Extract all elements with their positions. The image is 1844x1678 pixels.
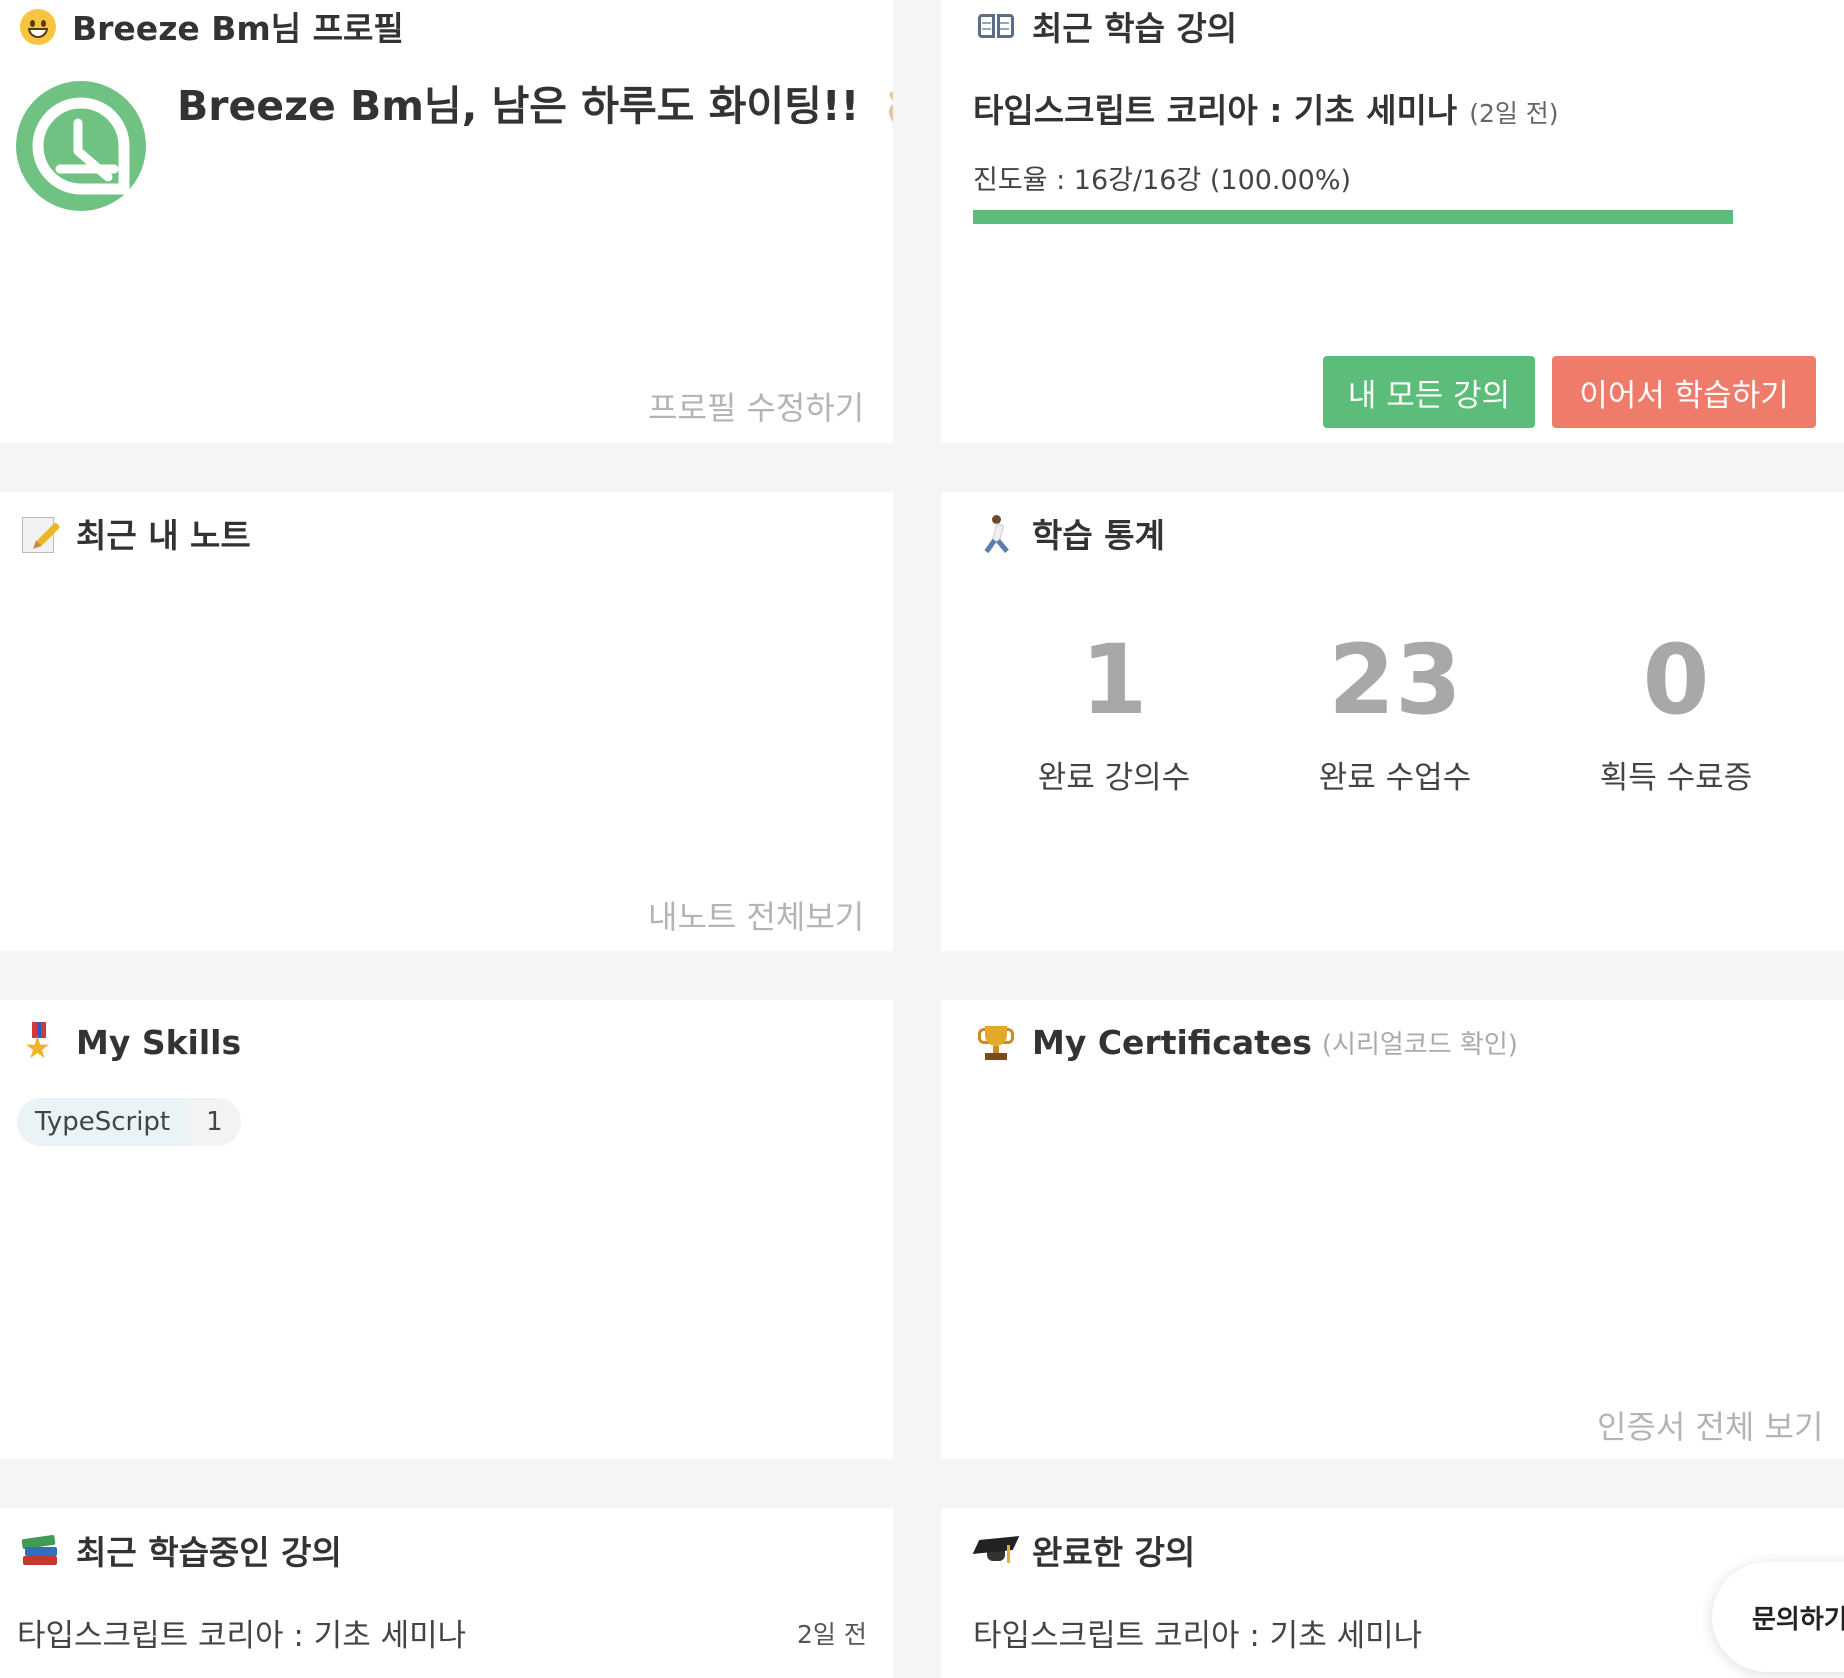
progress-text: 진도율 : 16강/16강 (100.00%) (973, 165, 1352, 196)
trophy-icon (976, 1022, 1016, 1062)
view-all-certificates-link[interactable]: 인증서 전체 보기 (1597, 1402, 1823, 1448)
skills-title: My Skills (76, 1022, 242, 1062)
learning-courses-header: 최근 학습중인 강의 (20, 1524, 342, 1576)
open-book-icon (976, 6, 1016, 46)
recent-course-name[interactable]: 타입스크립트 코리아 : 기초 세미나 (2일 전) (973, 84, 1559, 132)
stats-title: 학습 통계 (1032, 516, 1165, 555)
completed-courses-title: 완료한 강의 (1032, 1533, 1196, 1572)
stat-completed-lessons: 23 완료 수업수 (1285, 630, 1505, 797)
continue-learning-button[interactable]: 이어서 학습하기 (1552, 356, 1816, 428)
edit-profile-link[interactable]: 프로필 수정하기 (648, 383, 864, 429)
learning-course-item[interactable]: 타입스크립트 코리아 : 기초 세미나 (17, 1610, 466, 1655)
stat-value: 1 (1080, 624, 1148, 736)
completed-courses-header: 완료한 강의 (972, 1524, 1196, 1576)
notes-card: 최근 내 노트 내노트 전체보기 (0, 492, 893, 951)
learning-courses-card: 최근 학습중인 강의 타입스크립트 코리아 : 기초 세미나 2일 전 (0, 1508, 893, 1678)
stat-value: 23 (1328, 624, 1462, 736)
serial-code-link[interactable]: (시리얼코드 확인) (1322, 1024, 1518, 1061)
greeting-message: Breeze Bm님, 남은 하루도 화이팅!! (177, 82, 860, 130)
stat-completed-courses: 1 완료 강의수 (1004, 630, 1224, 797)
skill-count: 1 (188, 1098, 241, 1146)
memo-icon (20, 513, 61, 553)
certificates-card: My Certificates (시리얼코드 확인) 인증서 전체 보기 (941, 1000, 1844, 1459)
leaf-logo-icon (32, 97, 130, 195)
stat-label: 획득 수료증 (1599, 760, 1753, 796)
notes-title: 최근 내 노트 (76, 516, 251, 555)
all-courses-button[interactable]: 내 모든 강의 (1323, 356, 1535, 428)
skills-card: ★ My Skills (0, 1000, 893, 1459)
learning-courses-title: 최근 학습중인 강의 (76, 1533, 342, 1572)
completed-course-item[interactable]: 타입스크립트 코리아 : 기초 세미나 (973, 1610, 1422, 1655)
recent-course-card: 최근 학습 강의 타입스크립트 코리아 : 기초 세미나 (2일 전) 진도율 :… (941, 0, 1844, 443)
certificates-title: My Certificates (1032, 1022, 1312, 1062)
view-all-notes-link[interactable]: 내노트 전체보기 (648, 892, 864, 938)
profile-title: Breeze Bm님 프로필 (72, 9, 404, 48)
profile-card: Breeze Bm님 프로필 Breeze Bm님, 남은 하루도 화이팅!! … (0, 0, 893, 443)
waving-hand-icon (884, 89, 893, 131)
stats-header: 학습 통계 (976, 507, 1165, 559)
stat-label: 완료 수업수 (1318, 760, 1472, 796)
stat-value: 0 (1642, 624, 1710, 736)
skill-chip[interactable]: TypeScript 1 (17, 1098, 241, 1146)
medal-icon: ★ (20, 1022, 60, 1064)
inquiry-button[interactable]: 문의하기 (1712, 1562, 1844, 1672)
stat-certificates: 0 획득 수료증 (1566, 630, 1786, 797)
course-ago: (2일 전) (1469, 99, 1559, 128)
learning-course-ago: 2일 전 (797, 1620, 867, 1649)
completed-courses-card: 완료한 강의 타입스크립트 코리아 : 기초 세미나 (941, 1508, 1844, 1678)
greeting-text: Breeze Bm님, 남은 하루도 화이팅!! (177, 72, 893, 132)
progress-bar-fill (973, 210, 1733, 224)
avatar (16, 81, 146, 211)
runner-icon (976, 513, 1016, 554)
skills-header: ★ My Skills (20, 1016, 241, 1068)
certificates-header: My Certificates (시리얼코드 확인) (976, 1016, 1518, 1068)
notes-header: 최근 내 노트 (20, 507, 251, 559)
smiley-icon (20, 9, 56, 45)
graduation-cap-icon (972, 1530, 1020, 1570)
course-name[interactable]: 타입스크립트 코리아 : 기초 세미나 (973, 91, 1457, 130)
stat-label: 완료 강의수 (1037, 760, 1191, 796)
recent-course-title: 최근 학습 강의 (1032, 9, 1238, 48)
books-icon (20, 1530, 60, 1570)
profile-card-header: Breeze Bm님 프로필 (20, 0, 404, 52)
recent-course-header: 최근 학습 강의 (976, 0, 1237, 52)
progress-bar (973, 210, 1733, 224)
skill-name: TypeScript (35, 1107, 171, 1137)
